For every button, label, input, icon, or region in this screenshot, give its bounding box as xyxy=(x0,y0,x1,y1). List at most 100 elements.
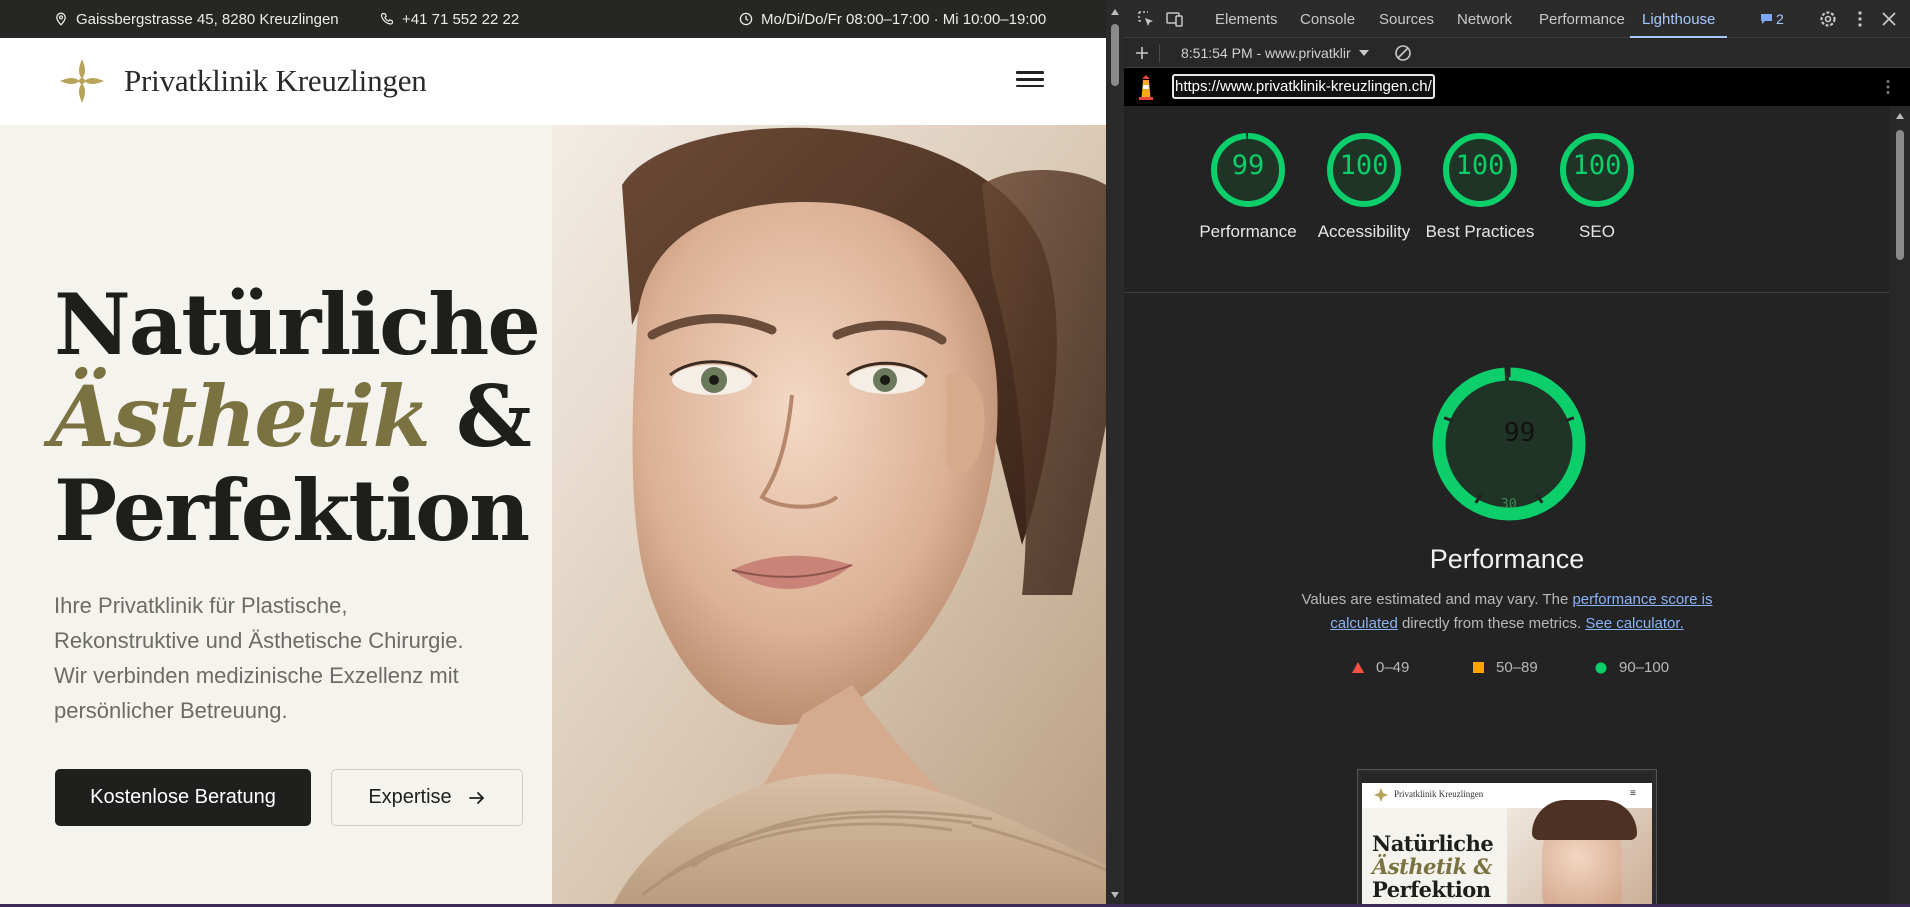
hero-text-column: Natürliche Ästhetik & Perfektion Ihre Pr… xyxy=(0,125,552,907)
portrait-illustration xyxy=(552,125,1106,907)
site-header: Privatklinik Kreuzlingen xyxy=(0,38,1106,125)
issues-count: 2 xyxy=(1776,11,1784,27)
expertise-button[interactable]: Expertise xyxy=(331,769,523,826)
thumb-topbar xyxy=(1362,773,1652,783)
legend-fail: 0–49 xyxy=(1352,659,1409,676)
score-value: 100 xyxy=(1339,150,1389,181)
thumb-hero-title: Natürliche Ästhetik & Perfektion xyxy=(1372,831,1494,902)
tab-sources[interactable]: Sources xyxy=(1379,0,1434,38)
opening-hours: Mo/Di/Do/Fr 08:00–17:00 · Mi 10:00–19:00 xyxy=(739,0,1046,38)
tab-performance[interactable]: Performance xyxy=(1539,0,1625,38)
gauge-seo[interactable]: 100 SEO xyxy=(1542,130,1652,244)
clear-reports-icon[interactable] xyxy=(1394,44,1412,62)
score-ring: 100 xyxy=(1440,130,1520,210)
report-selector[interactable]: 8:51:54 PM - www.privatklir xyxy=(1181,38,1369,68)
hero-title-line2: Ästhetik & xyxy=(50,375,532,459)
arrow-right-icon xyxy=(468,791,484,804)
menu-bar xyxy=(1016,77,1044,81)
free-consultation-button[interactable]: Kostenlose Beratung xyxy=(55,769,311,826)
thumb-hero-image xyxy=(1507,800,1652,907)
phone-link[interactable]: +41 71 552 22 22 xyxy=(380,0,519,38)
red-triangle-icon xyxy=(1352,662,1364,673)
tab-network[interactable]: Network xyxy=(1457,0,1512,38)
inspect-element-icon[interactable] xyxy=(1136,9,1156,29)
lighthouse-url-bar: https://www.privatklinik-kreuzlingen.ch/ xyxy=(1124,68,1910,106)
clinic-logo-icon[interactable] xyxy=(56,55,108,107)
tab-console[interactable]: Console xyxy=(1300,0,1355,38)
score-value: 100 xyxy=(1455,150,1505,181)
thumb-logo-icon xyxy=(1374,788,1388,802)
website-viewport: Gaissbergstrasse 45, 8280 Kreuzlingen +4… xyxy=(0,0,1106,907)
free-consultation-label: Kostenlose Beratung xyxy=(90,786,276,808)
thumb-hero-left: Natürliche Ästhetik & Perfektion xyxy=(1362,808,1507,907)
desc-middle: directly from these metrics. xyxy=(1397,615,1586,632)
hero-title-ampersand: & xyxy=(428,367,532,466)
expertise-label: Expertise xyxy=(368,786,452,808)
page-scroll-thumb[interactable] xyxy=(1111,24,1119,86)
brand-name[interactable]: Privatklinik Kreuzlingen xyxy=(124,63,427,99)
device-toolbar-icon[interactable] xyxy=(1165,9,1185,29)
lighthouse-report: 99 Performance 100 Accessibility 100 Best Pra… xyxy=(1124,106,1890,907)
performance-description: Values are estimated and may vary. The p… xyxy=(1294,588,1720,636)
new-report-plus-icon[interactable] xyxy=(1134,45,1150,61)
green-circle-icon xyxy=(1595,662,1607,673)
page-scrollbar[interactable] xyxy=(1106,0,1124,907)
hero-title-line3: Perfektion xyxy=(54,461,530,560)
hamburger-menu-button[interactable] xyxy=(1016,67,1044,93)
phone-text: +41 71 552 22 22 xyxy=(402,10,520,28)
more-options-icon[interactable] xyxy=(1850,9,1870,29)
clock-icon xyxy=(739,12,753,26)
performance-section-title: Performance xyxy=(1429,544,1585,574)
lighthouse-toolbar: 8:51:54 PM - www.privatklir xyxy=(1124,38,1910,68)
menu-bar xyxy=(1016,71,1044,74)
thumb-brand: Privatklinik Kreuzlingen xyxy=(1394,789,1484,799)
audited-url[interactable]: https://www.privatklinik-kreuzlingen.ch/ xyxy=(1172,74,1435,99)
legend-pass-label: 90–100 xyxy=(1619,659,1670,676)
score-ring: 100 xyxy=(1557,130,1637,210)
close-devtools-icon[interactable] xyxy=(1879,9,1899,29)
thumb-title-line3: Perfektion xyxy=(1372,877,1491,902)
scroll-down-icon[interactable] xyxy=(1110,891,1120,899)
legend-fail-label: 0–49 xyxy=(1376,659,1410,676)
lighthouse-logo-icon xyxy=(1139,75,1153,100)
hero-title-accent: Ästhetik xyxy=(50,367,431,466)
report-selector-label: 8:51:54 PM - www.privatklir xyxy=(1181,45,1351,61)
report-scroll-thumb[interactable] xyxy=(1896,130,1904,260)
address-text: Gaissbergstrasse 45, 8280 Kreuzlingen xyxy=(76,10,339,28)
report-scroll-up-icon[interactable] xyxy=(1895,112,1905,120)
gauge-best-practices[interactable]: 100 Best Practices xyxy=(1425,130,1535,244)
gauge-accessibility[interactable]: 100 Accessibility xyxy=(1309,130,1419,244)
see-calculator-link[interactable]: See calculator. xyxy=(1585,615,1683,632)
tab-lighthouse[interactable]: Lighthouse xyxy=(1630,0,1728,38)
settings-gear-icon[interactable] xyxy=(1818,9,1838,29)
address-link[interactable]: Gaissbergstrasse 45, 8280 Kreuzlingen xyxy=(54,0,339,38)
issues-button[interactable]: 2 xyxy=(1760,0,1784,38)
score-label: Performance xyxy=(1199,222,1297,241)
devtools-panel: Elements Console Sources Network Perform… xyxy=(1124,0,1910,907)
scroll-up-icon[interactable] xyxy=(1110,8,1120,16)
hours-text: Mo/Di/Do/Fr 08:00–17:00 · Mi 10:00–19:00 xyxy=(761,10,1047,28)
issues-message-icon xyxy=(1761,14,1772,24)
devtools-tab-bar: Elements Console Sources Network Perform… xyxy=(1124,0,1910,38)
report-menu-icon[interactable] xyxy=(1879,78,1897,96)
score-value: 99 xyxy=(1231,150,1265,181)
score-label: Accessibility xyxy=(1317,222,1411,241)
report-divider xyxy=(1124,292,1890,293)
big-gauge-small-number: 30 xyxy=(1501,497,1517,512)
score-ring: 99 xyxy=(1208,130,1288,210)
desc-prefix: Values are estimated and may vary. The xyxy=(1301,591,1573,608)
hero-title-line1: Natürliche xyxy=(54,275,541,374)
tab-elements[interactable]: Elements xyxy=(1215,0,1278,38)
gauge-performance[interactable]: 99 Performance xyxy=(1193,130,1303,244)
legend-pass: 90–100 xyxy=(1595,659,1669,676)
hero-portrait-image xyxy=(552,125,1106,907)
thumb-title-line1: Natürliche xyxy=(1372,831,1494,856)
contact-topbar: Gaissbergstrasse 45, 8280 Kreuzlingen +4… xyxy=(0,0,1106,38)
thumb-menu-icon: ≡ xyxy=(1630,788,1636,799)
report-scrollbar[interactable] xyxy=(1890,106,1910,907)
score-label: Best Practices xyxy=(1425,222,1535,241)
hero-lead-text: Ihre Privatklinik für Plastische, Rekons… xyxy=(54,593,464,723)
score-value: 100 xyxy=(1572,150,1622,181)
phone-icon xyxy=(380,12,394,25)
final-screenshot-thumbnail[interactable]: Privatklinik Kreuzlingen ≡ Natürliche Äs… xyxy=(1357,769,1657,907)
